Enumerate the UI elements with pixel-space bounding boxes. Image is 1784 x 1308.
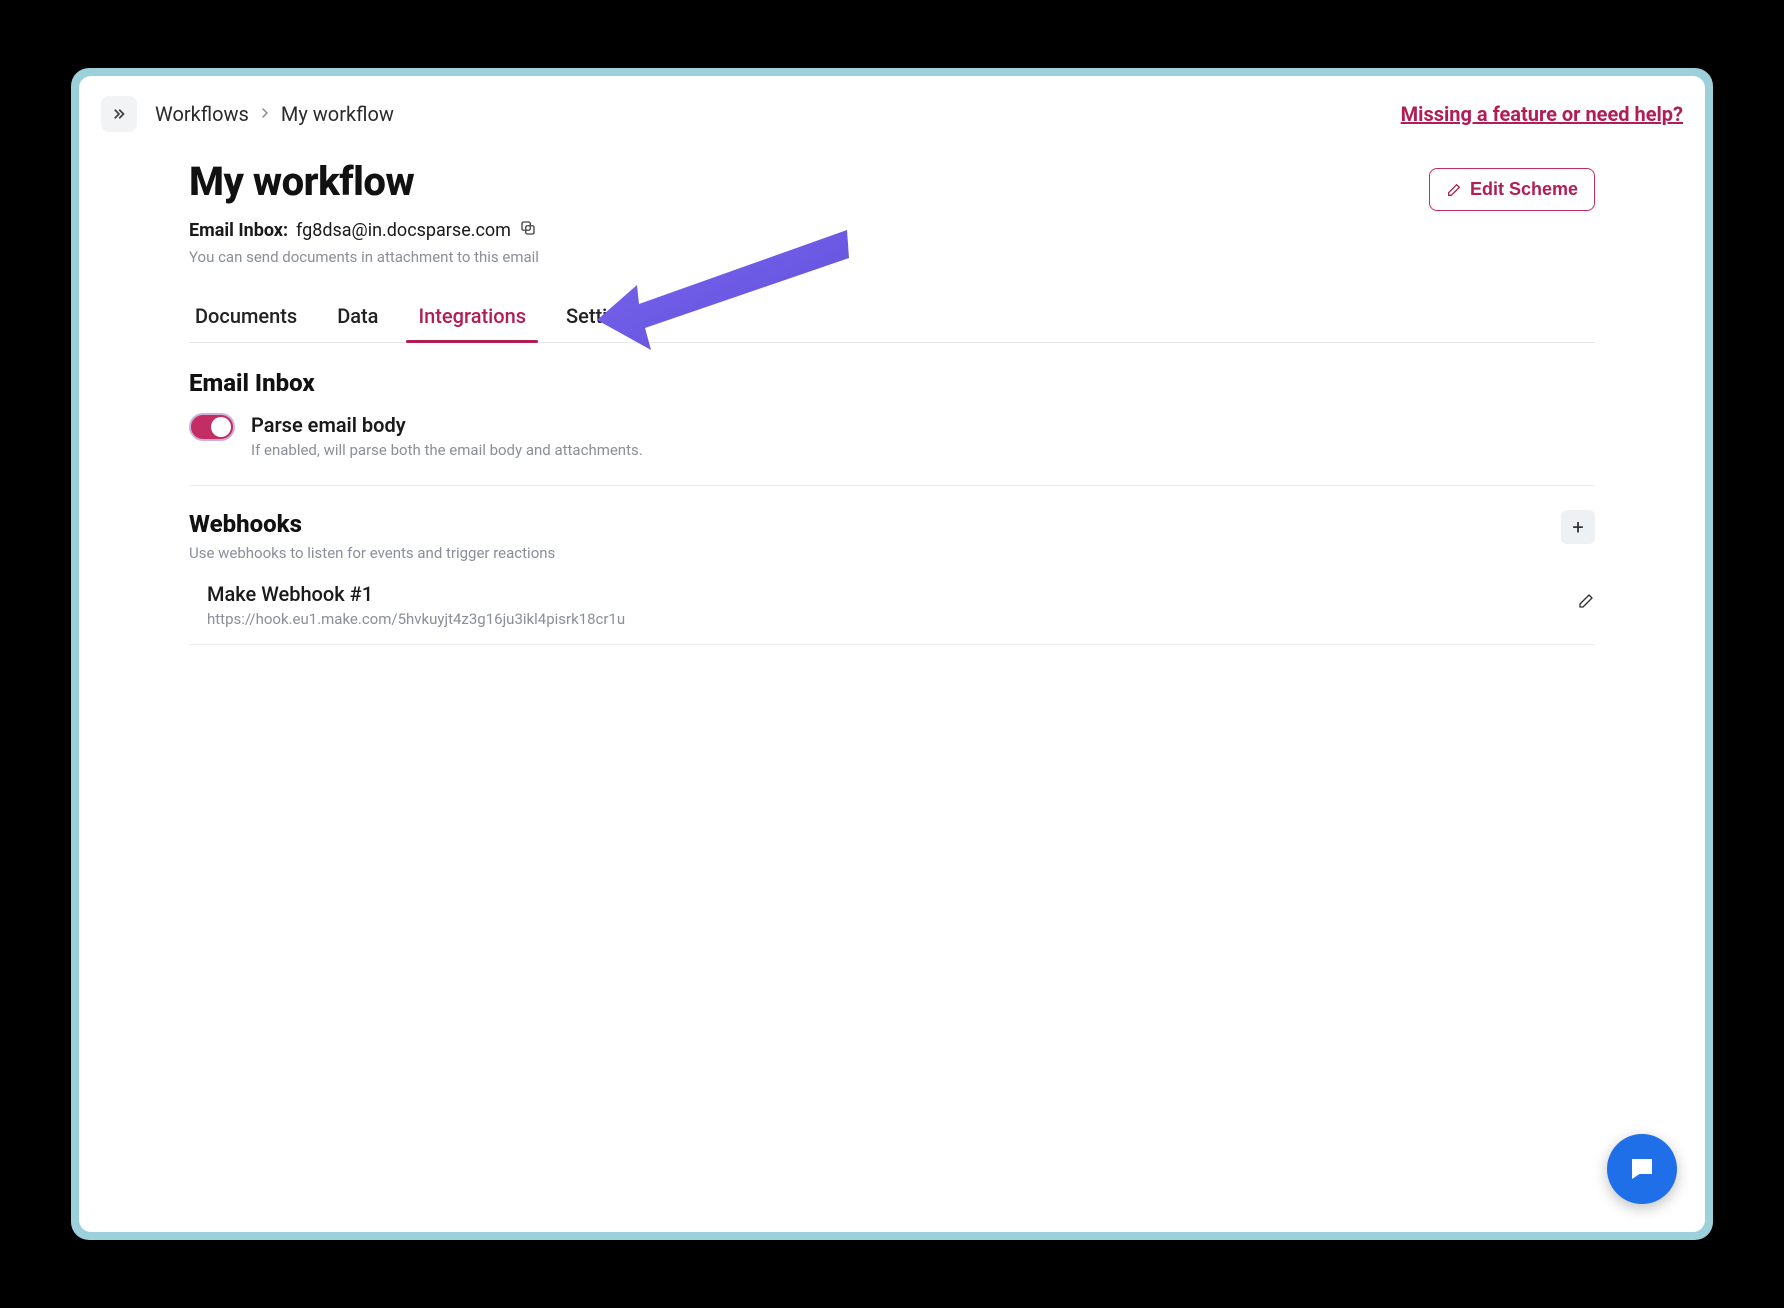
tabs: Documents Data Integrations Settings — [189, 296, 1595, 343]
tab-integrations[interactable]: Integrations — [412, 296, 532, 342]
pencil-icon — [1577, 592, 1595, 610]
email-inbox-title: Email Inbox — [189, 369, 1595, 397]
toggle-desc: If enabled, will parse both the email bo… — [251, 441, 643, 459]
webhooks-header-text: Webhooks Use webhooks to listen for even… — [189, 510, 555, 562]
help-link[interactable]: Missing a feature or need help? — [1401, 102, 1683, 126]
content: My workflow Email Inbox: fg8dsa@in.docsp… — [101, 132, 1683, 653]
plus-icon: + — [1572, 515, 1583, 539]
add-webhook-button[interactable]: + — [1561, 510, 1595, 544]
chat-icon — [1627, 1154, 1657, 1184]
email-value: fg8dsa@in.docsparse.com — [296, 220, 511, 241]
chevron-double-right-icon — [110, 105, 128, 123]
toggle-text: Parse email body If enabled, will parse … — [251, 413, 643, 459]
webhooks-header: Webhooks Use webhooks to listen for even… — [189, 510, 1595, 562]
sidebar-toggle-button[interactable] — [101, 96, 137, 132]
webhook-item: Make Webhook #1 https://hook.eu1.make.co… — [189, 562, 1595, 645]
app-surface: Workflows My workflow Missing a feature … — [79, 76, 1705, 1232]
tab-data[interactable]: Data — [331, 296, 384, 342]
webhook-url: https://hook.eu1.make.com/5hvkuyjt4z3g16… — [207, 610, 625, 628]
window-frame: Workflows My workflow Missing a feature … — [71, 68, 1713, 1240]
parse-email-row: Parse email body If enabled, will parse … — [189, 413, 1595, 459]
toggle-title: Parse email body — [251, 413, 643, 437]
title-row: My workflow Email Inbox: fg8dsa@in.docsp… — [189, 158, 1595, 266]
webhooks-title: Webhooks — [189, 510, 555, 538]
parse-email-toggle[interactable] — [189, 413, 235, 441]
edit-scheme-button[interactable]: Edit Scheme — [1429, 168, 1595, 211]
email-inbox-section: Email Inbox Parse email body If enabled,… — [189, 343, 1595, 486]
chat-button[interactable] — [1607, 1134, 1677, 1204]
tab-settings[interactable]: Settings — [560, 296, 646, 342]
edit-scheme-label: Edit Scheme — [1470, 179, 1578, 200]
email-label: Email Inbox: — [189, 220, 288, 241]
webhook-text: Make Webhook #1 https://hook.eu1.make.co… — [207, 582, 625, 628]
breadcrumb: Workflows My workflow — [155, 102, 394, 126]
breadcrumb-current: My workflow — [281, 102, 394, 126]
edit-webhook-button[interactable] — [1577, 592, 1595, 614]
topbar-left: Workflows My workflow — [101, 96, 394, 132]
breadcrumb-root[interactable]: Workflows — [155, 102, 249, 126]
title-block: My workflow Email Inbox: fg8dsa@in.docsp… — [189, 158, 539, 266]
webhooks-hint: Use webhooks to listen for events and tr… — [189, 544, 555, 562]
webhook-name: Make Webhook #1 — [207, 582, 625, 606]
chevron-right-icon — [257, 102, 273, 126]
email-hint: You can send documents in attachment to … — [189, 248, 539, 266]
webhooks-section: Webhooks Use webhooks to listen for even… — [189, 486, 1595, 653]
tab-documents[interactable]: Documents — [189, 296, 303, 342]
topbar: Workflows My workflow Missing a feature … — [101, 96, 1683, 132]
page-title: My workflow — [189, 158, 539, 205]
copy-icon[interactable] — [519, 219, 537, 242]
email-inbox-line: Email Inbox: fg8dsa@in.docsparse.com — [189, 219, 539, 242]
pencil-icon — [1446, 182, 1462, 198]
